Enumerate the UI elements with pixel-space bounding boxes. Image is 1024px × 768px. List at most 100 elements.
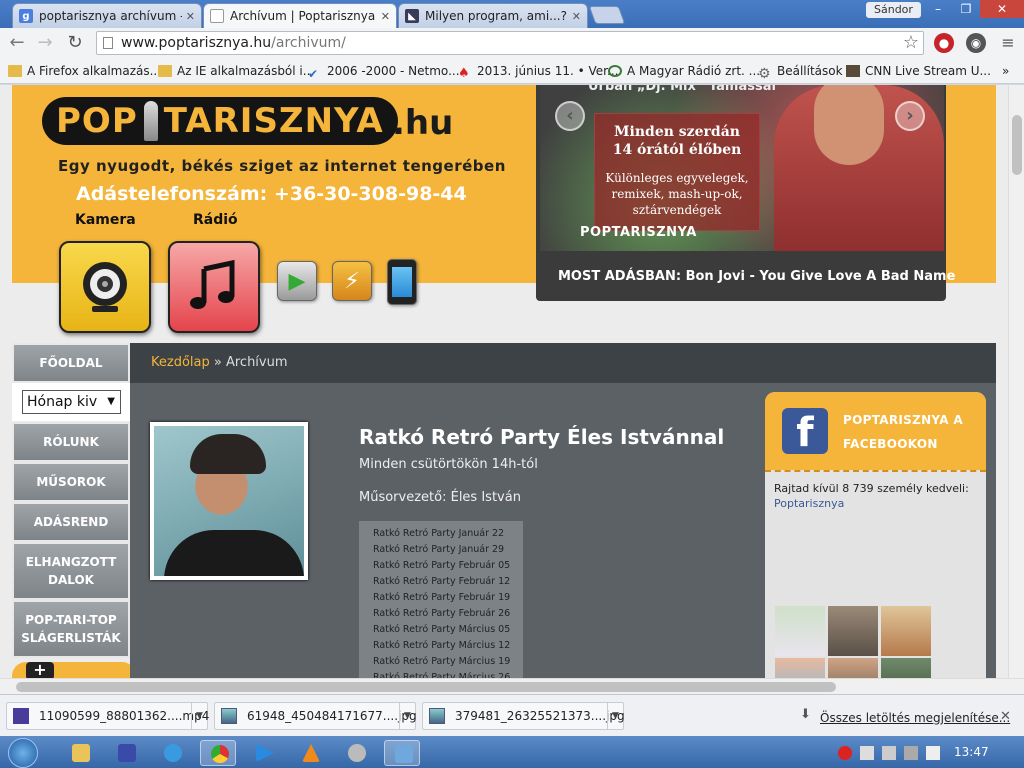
bookmark-netmo[interactable]: ✔ 2006 -2000 - Netmo... [308, 62, 460, 81]
episode-link[interactable]: Ratkó Retró Party Január 22 [359, 526, 523, 542]
radio-button[interactable] [168, 241, 260, 333]
new-tab-button[interactable] [588, 6, 626, 24]
episode-link[interactable]: Ratkó Retró Party Március 19 [359, 654, 523, 670]
nav-fooldal[interactable]: FŐOLDAL [12, 343, 130, 383]
chevron-down-icon[interactable]: ▼ [399, 703, 415, 729]
facebook-icon[interactable]: f [782, 408, 828, 456]
facebook-page-link[interactable]: Poptarisznya [774, 497, 844, 510]
slide-line2b: remixek, mash-up-ok, [611, 187, 743, 201]
taskbar-vlc[interactable] [292, 740, 328, 766]
forward-icon[interactable]: → [34, 32, 56, 54]
slide-badge: POPTARISZNYA [580, 225, 697, 240]
volume-tray-icon[interactable] [926, 746, 940, 760]
fan-avatar[interactable] [881, 658, 931, 678]
episode-link[interactable]: Ratkó Retró Party Február 05 [359, 558, 523, 574]
close-tab-icon[interactable]: ✕ [381, 10, 390, 23]
taskbar-ie[interactable] [154, 740, 190, 766]
chevron-down-icon[interactable]: ▼ [607, 703, 623, 729]
nav-rolunk[interactable]: RÓLUNK [12, 422, 130, 462]
site-logo[interactable]: POP TARISZNYA [42, 97, 398, 145]
plus-icon[interactable]: + [26, 662, 54, 678]
bookmarks-bar: A Firefox alkalmazás... Az IE alkalmazás… [0, 58, 1024, 84]
close-tab-icon[interactable]: ✕ [572, 10, 581, 23]
signal-tray-icon[interactable] [904, 746, 918, 760]
flash-player-button[interactable]: ⚡ [332, 261, 372, 301]
episode-link[interactable]: Ratkó Retró Party Március 05 [359, 622, 523, 638]
tab-archivum[interactable]: Archívum | Poptarisznya - ✕ [203, 3, 397, 28]
user-badge[interactable]: Sándor [866, 2, 921, 18]
slider-next-button[interactable]: › [895, 101, 925, 131]
episode-link[interactable]: Ratkó Retró Party Március 12 [359, 638, 523, 654]
tab-google-search[interactable]: g poptarisznya archívum - G ✕ [12, 3, 202, 28]
start-button[interactable] [8, 738, 38, 768]
download-shelf: 11090599_88801362....mp4 ▼ 61948_4504841… [0, 694, 1024, 736]
spade-icon: ♠ [458, 66, 470, 81]
slide-image[interactable]: Urbán „Dj. Mix” Tamással Minden szerdán … [540, 85, 944, 251]
back-icon[interactable]: ← [6, 32, 28, 54]
episode-link[interactable]: Ratkó Retró Party Február 12 [359, 574, 523, 590]
post-title[interactable]: Ratkó Retró Party Éles Istvánnal [359, 425, 724, 449]
bookmark-settings[interactable]: ⚙ Beállítások [758, 62, 843, 82]
clock[interactable]: 13:47 [954, 745, 989, 759]
download-item[interactable]: 379481_26325521373....jpg ▼ [422, 702, 625, 730]
close-icon[interactable]: ✕ [1000, 709, 1011, 724]
close-window-icon[interactable]: ✕ [980, 0, 1024, 18]
maximize-icon[interactable]: ❐ [952, 0, 980, 18]
nav-slagerlistak[interactable]: POP-TARI-TOP SLÁGERLISTÁK [12, 600, 130, 658]
address-bar[interactable]: www.poptarisznya.hu/archivum/ ☆ [96, 31, 924, 55]
bookmark-firefox[interactable]: A Firefox alkalmazás... [8, 62, 161, 80]
taskbar-save-app[interactable] [108, 740, 144, 766]
episode-link[interactable]: Ratkó Retró Party Február 26 [359, 606, 523, 622]
fan-avatar[interactable] [828, 658, 878, 678]
episode-link[interactable]: Ratkó Retró Party Március 26 [359, 670, 523, 678]
play-icon [256, 744, 274, 762]
fan-avatar[interactable] [775, 606, 825, 656]
adblock-icon[interactable]: ● [934, 33, 954, 53]
tab-milyen-program[interactable]: ◣ Milyen program, ami...? - ✕ [398, 3, 588, 28]
nav-adasrend[interactable]: ADÁSREND [12, 502, 130, 542]
horizontal-scrollbar[interactable] [0, 678, 1024, 694]
nav-musorok[interactable]: MŰSOROK [12, 462, 130, 502]
nav-elhangzott-dalok[interactable]: ELHANGZOTT DALOK [12, 542, 130, 600]
reload-icon[interactable]: ↻ [64, 32, 86, 54]
menu-icon[interactable]: ≡ [998, 33, 1018, 53]
taskbar-media[interactable] [246, 740, 282, 766]
download-item[interactable]: 11090599_88801362....mp4 ▼ [6, 702, 209, 730]
vertical-scrollbar[interactable] [1008, 85, 1024, 678]
star-icon[interactable]: ☆ [903, 32, 919, 54]
close-tab-icon[interactable]: ✕ [186, 10, 195, 23]
minimize-icon[interactable]: – [924, 0, 952, 18]
episode-link[interactable]: Ratkó Retró Party Február 19 [359, 590, 523, 606]
flag-tray-icon[interactable] [882, 746, 896, 760]
taskbar-explorer[interactable] [62, 740, 98, 766]
facebook-like-count: Rajtad kívül 8 739 személy kedveli: [774, 482, 969, 495]
bookmark-cnn[interactable]: CNN Live Stream U... [846, 62, 991, 80]
fan-avatar[interactable] [828, 606, 878, 656]
breadcrumb-home-link[interactable]: Kezdőlap [151, 355, 210, 370]
facebook-title[interactable]: POPTARISZNYA A FACEBOOKON [843, 408, 978, 456]
episode-link[interactable]: Ratkó Retró Party Január 29 [359, 542, 523, 558]
show-all-downloads-link[interactable]: Összes letöltés megjelenítése... [820, 711, 1010, 725]
page-viewport: POP TARISZNYA .hu Egy nyugodt, békés szi… [0, 85, 1008, 678]
network-tray-icon[interactable] [860, 746, 874, 760]
taskbar-app[interactable] [338, 740, 374, 766]
bookmark-magyar-radio[interactable]: A Magyar Rádió zrt. ... [608, 62, 760, 80]
tab-strip: g poptarisznya archívum - G ✕ Archívum |… [0, 0, 1024, 28]
extension-icon[interactable]: ◉ [966, 33, 986, 53]
video-player-button[interactable]: ▶ [277, 261, 317, 301]
bookmark-ie[interactable]: Az IE alkalmazásból i... [158, 62, 314, 80]
host-photo[interactable] [150, 422, 308, 580]
month-select[interactable]: Hónap kiv ▼ [22, 390, 121, 414]
fan-avatar[interactable] [775, 658, 825, 678]
bookmark-june[interactable]: ♠ 2013. június 11. • Ver... [458, 62, 618, 81]
download-item[interactable]: 61948_450484171677....jpg ▼ [214, 702, 417, 730]
bookmarks-overflow-icon[interactable]: » [1002, 62, 1009, 80]
chevron-down-icon[interactable]: ▼ [191, 703, 207, 729]
fan-avatar[interactable] [881, 606, 931, 656]
slider-prev-button[interactable]: ‹ [555, 101, 585, 131]
taskbar-paint[interactable] [384, 740, 420, 766]
antivirus-tray-icon[interactable] [838, 746, 852, 760]
taskbar-chrome[interactable] [200, 740, 236, 766]
mobile-app-button[interactable] [387, 259, 417, 305]
camera-button[interactable] [59, 241, 151, 333]
